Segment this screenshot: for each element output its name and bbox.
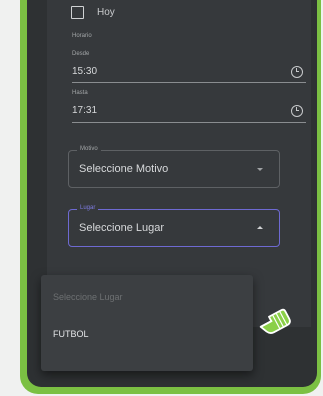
hasta-label: Hasta	[72, 90, 88, 96]
lugar-label: Lugar	[77, 205, 99, 211]
desde-label: Desde	[72, 51, 90, 57]
hasta-underline	[72, 122, 306, 123]
motivo-label: Motivo	[77, 146, 101, 152]
desde-underline	[72, 82, 306, 83]
lugar-value: Seleccione Lugar	[79, 222, 165, 234]
hoy-checkbox-row[interactable]: Hoy	[71, 2, 115, 22]
clock-icon[interactable]	[291, 105, 303, 117]
desde-time-input[interactable]: 15:30	[72, 66, 97, 77]
horarios-title: Horario	[72, 33, 92, 39]
lugar-dropdown-menu: Seleccione Lugar FUTBOL	[41, 275, 253, 371]
pointing-hand-cursor-icon	[259, 308, 291, 334]
menu-option-futbol[interactable]: FUTBOL	[53, 329, 89, 339]
caret-down-icon	[257, 168, 263, 171]
hoy-checkbox[interactable]	[71, 5, 84, 19]
clock-icon[interactable]	[291, 66, 303, 78]
motivo-value: Seleccione Motivo	[79, 163, 169, 175]
caret-up-icon	[257, 226, 263, 229]
hoy-label: Hoy	[97, 6, 115, 18]
lugar-select[interactable]: Lugar Seleccione Lugar	[68, 205, 280, 247]
menu-option-placeholder: Seleccione Lugar	[53, 292, 123, 302]
motivo-select[interactable]: Motivo Seleccione Motivo	[68, 146, 280, 188]
hasta-time-input[interactable]: 17:31	[72, 105, 97, 116]
